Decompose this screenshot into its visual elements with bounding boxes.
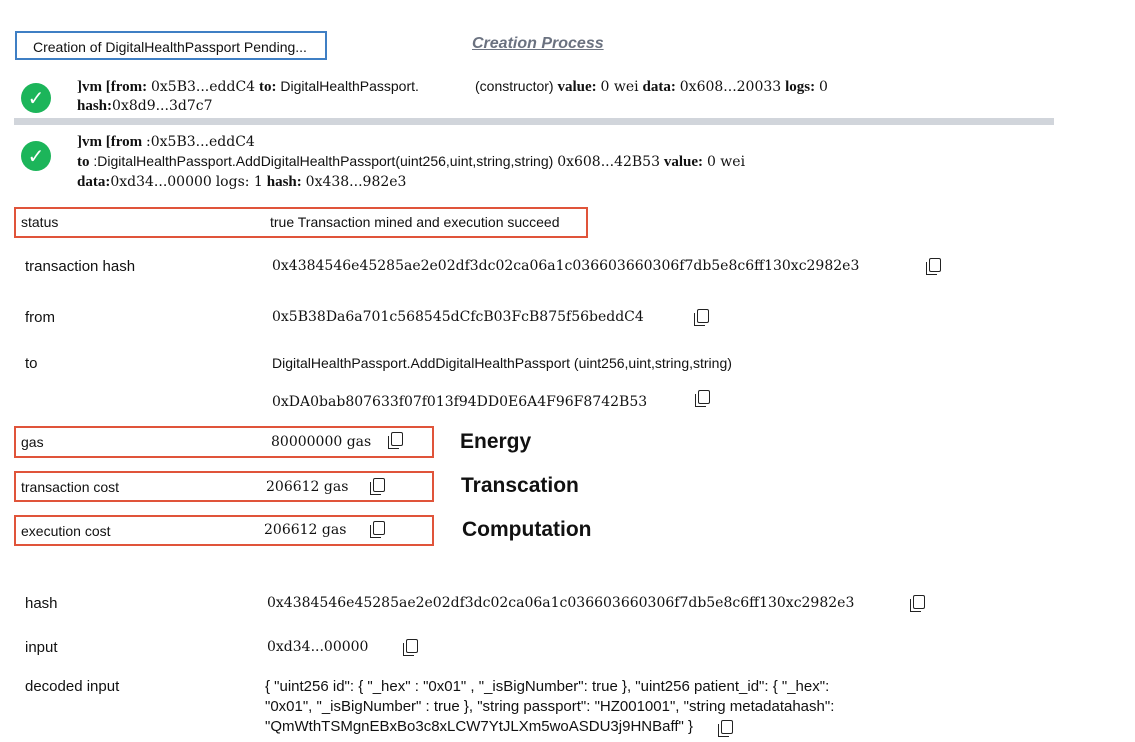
- tx2-line3: data:0xd34...00000 logs: 1 hash: 0x438..…: [77, 174, 407, 190]
- success-check-icon: ✓: [21, 83, 51, 113]
- to-label: to: [25, 355, 38, 372]
- decoded-input-line2: "0x01", "_isBigNumber" : true }, "string…: [265, 698, 835, 715]
- decoded-input-label: decoded input: [25, 678, 120, 695]
- separator: [14, 118, 1054, 125]
- copy-icon[interactable]: [370, 478, 385, 495]
- tx-cost-label: transaction cost: [21, 479, 120, 495]
- status-label: status: [21, 214, 59, 230]
- copy-icon[interactable]: [694, 309, 709, 326]
- hash-label: hash: [25, 595, 58, 612]
- tx1-line2: hash:0x8d9...3d7c7: [77, 98, 213, 114]
- decoded-input-line1: { "uint256 id": { "_hex" : "0x01" , "_is…: [265, 678, 830, 695]
- to-address: 0xDA0bab807633f07f013f94DD0E6A4F96F8742B…: [272, 394, 648, 410]
- to-value: DigitalHealthPassport.AddDigitalHealthPa…: [272, 355, 732, 371]
- hash-value: 0x4384546e45285ae2e02df3dc02ca06a1c03660…: [267, 595, 855, 611]
- gas-label: gas: [21, 434, 44, 450]
- tx2-line2: to :DigitalHealthPassport.AddDigitalHeal…: [77, 153, 746, 170]
- from-value: 0x5B38Da6a701c568545dCfcB03FcB875f56bedd…: [272, 309, 644, 325]
- exec-cost-label: execution cost: [21, 523, 111, 539]
- copy-icon[interactable]: [388, 432, 403, 449]
- gas-value: 80000000 gas: [271, 434, 372, 450]
- copy-icon[interactable]: [403, 639, 418, 656]
- status-value: true Transaction mined and execution suc…: [270, 214, 560, 230]
- tx-hash-label: transaction hash: [25, 258, 136, 275]
- input-value: 0xd34...00000: [267, 639, 369, 655]
- transaction-annotation: Transcation: [461, 474, 579, 497]
- tx2-line1[interactable]: ]vm [from :0x5B3...eddC4: [77, 133, 255, 151]
- tx-cost-value: 206612 gas: [266, 479, 349, 495]
- copy-icon[interactable]: [695, 390, 710, 407]
- tx1-line1-right: (constructor) value: 0 wei data: 0x608..…: [475, 78, 828, 95]
- creation-process-link[interactable]: Creation Process: [472, 35, 604, 53]
- pending-status-text: Creation of DigitalHealthPassport Pendin…: [33, 39, 307, 55]
- copy-icon[interactable]: [370, 521, 385, 538]
- exec-cost-value: 206612 gas: [264, 522, 347, 538]
- copy-icon[interactable]: [926, 258, 941, 275]
- decoded-input-line3: "QmWthTSMgnEBxBo3c8xLCW7YtJLXm5woASDU3j9…: [265, 718, 694, 735]
- energy-annotation: Energy: [460, 430, 532, 453]
- copy-icon[interactable]: [910, 595, 925, 612]
- pending-status-box: Creation of DigitalHealthPassport Pendin…: [15, 31, 327, 60]
- input-label: input: [25, 639, 58, 656]
- from-label: from: [25, 309, 55, 326]
- copy-icon[interactable]: [718, 720, 733, 737]
- tx1-line1[interactable]: ]vm [from: 0x5B3...eddC4 to: DigitalHeal…: [77, 78, 419, 96]
- success-check-icon: ✓: [21, 141, 51, 171]
- computation-annotation: Computation: [462, 518, 592, 541]
- tx-hash-value: 0x4384546e45285ae2e02df3dc02ca06a1c03660…: [272, 258, 860, 274]
